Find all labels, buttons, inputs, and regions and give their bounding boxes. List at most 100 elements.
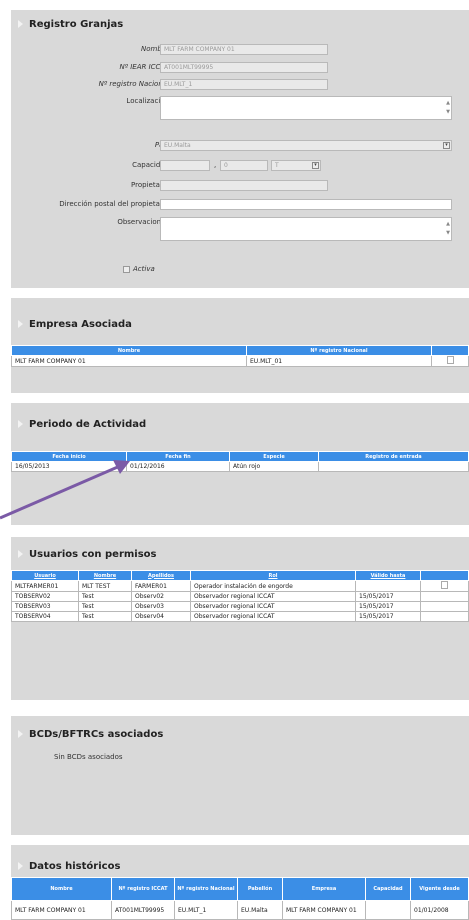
- capacidad-unidad-value: T: [275, 162, 279, 169]
- table-cell: [318, 461, 469, 472]
- column-header: Nombre: [11, 345, 247, 356]
- document-icon[interactable]: [441, 581, 448, 589]
- table-cell: [431, 355, 469, 367]
- column-header: Nº registro Nacional: [246, 345, 432, 356]
- column-header-apellidos[interactable]: Apellidos: [131, 570, 191, 581]
- table-row[interactable]: MLT FARM COMPANY 01 EU.MLT_01: [11, 355, 469, 367]
- column-header: Fecha fin: [126, 451, 230, 462]
- table-cell: [420, 601, 469, 612]
- direccion-label: Dirección postal del propietario: [59, 200, 169, 208]
- table-cell: EU.Malta: [237, 900, 283, 920]
- table-row[interactable]: MLTFARMER01 MLT TEST FARMER01 Operador i…: [11, 580, 469, 592]
- chevron-down-icon[interactable]: ▾: [443, 142, 450, 149]
- collapse-triangle-icon[interactable]: [18, 550, 23, 558]
- panel-title: Empresa Asociada: [29, 318, 132, 330]
- propietario-field[interactable]: [160, 180, 328, 191]
- collapse-triangle-icon[interactable]: [18, 730, 23, 738]
- panel-title: BCDs/BFTRCs asociados: [29, 728, 164, 740]
- table-cell: MLTFARMER01: [11, 580, 79, 592]
- chevron-down-icon[interactable]: ▾: [312, 162, 319, 169]
- table-cell: 15/05/2017: [355, 591, 421, 602]
- table-cell: Observ04: [131, 611, 191, 622]
- pais-select[interactable]: EU.Malta ▾: [160, 140, 452, 151]
- table-cell: Observador regional ICCAT: [190, 611, 356, 622]
- capacidad-decimal-field[interactable]: 0: [220, 160, 268, 171]
- table-cell: 16/05/2013: [11, 461, 127, 472]
- iear-field[interactable]: AT001MLT99995: [160, 62, 328, 73]
- column-header: Nº registro Nacional: [174, 877, 238, 901]
- table-row[interactable]: TOBSERV04 Test Observ04 Observador regio…: [11, 611, 469, 622]
- document-icon[interactable]: [446, 356, 454, 364]
- capacidad-separator: ,: [214, 161, 217, 169]
- direccion-field[interactable]: [160, 199, 452, 210]
- activa-label: Activa: [133, 265, 155, 273]
- scroll-arrows-icon[interactable]: ▲ ▼: [446, 99, 450, 117]
- nombre-field[interactable]: MLT FARM COMPANY 01: [160, 44, 328, 55]
- usuarios-title: Usuarios con permisos: [11, 540, 157, 568]
- observaciones-textarea[interactable]: ▲ ▼: [160, 217, 452, 241]
- column-header: [431, 345, 469, 356]
- usuarios-table: Usuario Nombre Apellidos Rol Válido hast…: [11, 570, 469, 622]
- column-header: Registro de entrada: [318, 451, 469, 462]
- table-cell: MLT FARM COMPANY 01: [11, 355, 247, 367]
- column-header: Empresa: [282, 877, 366, 901]
- table-cell: 01/01/2008: [410, 900, 469, 920]
- historicos-table: Nombre Nº registro ICCAT Nº registro Nac…: [11, 877, 469, 920]
- capacidad-unidad-select[interactable]: T ▾: [271, 160, 321, 171]
- scroll-arrows-icon[interactable]: ▲ ▼: [446, 220, 450, 238]
- collapse-triangle-icon[interactable]: [18, 420, 23, 428]
- table-cell: MLT FARM COMPANY 01: [11, 900, 112, 920]
- table-cell: [365, 900, 411, 920]
- table-cell: Observador regional ICCAT: [190, 601, 356, 612]
- bcds-panel: BCDs/BFTRCs asociados Sin BCDs asociados: [11, 716, 469, 835]
- empresa-table: Nombre Nº registro Nacional MLT FARM COM…: [11, 345, 469, 367]
- capacidad-entero-field[interactable]: [160, 160, 210, 171]
- column-header: Especie: [229, 451, 319, 462]
- table-cell: AT001MLT99995: [111, 900, 175, 920]
- table-cell: [420, 591, 469, 602]
- table-cell: EU.MLT_01: [246, 355, 432, 367]
- table-cell: 01/12/2016: [126, 461, 230, 472]
- table-cell: 15/05/2017: [355, 601, 421, 612]
- table-cell: TOBSERV04: [11, 611, 79, 622]
- registro-nacional-field[interactable]: EU.MLT_1: [160, 79, 328, 90]
- table-cell: [420, 611, 469, 622]
- table-row[interactable]: TOBSERV03 Test Observ03 Observador regio…: [11, 601, 469, 612]
- table-cell: TOBSERV03: [11, 601, 79, 612]
- table-row[interactable]: TOBSERV02 Test Observ02 Observador regio…: [11, 591, 469, 602]
- column-header-rol[interactable]: Rol: [190, 570, 356, 581]
- table-cell: Observ03: [131, 601, 191, 612]
- table-cell: Test: [78, 601, 132, 612]
- column-header-nombre[interactable]: Nombre: [78, 570, 132, 581]
- column-header: Fecha inicio: [11, 451, 127, 462]
- column-header: Nº registro ICCAT: [111, 877, 175, 901]
- column-header: Vigente desde: [410, 877, 469, 901]
- activa-checkbox[interactable]: [123, 265, 130, 273]
- registro-nacional-label: Nº registro Nacional: [98, 80, 169, 88]
- table-cell: MLT FARM COMPANY 01: [282, 900, 366, 920]
- panel-title: Registro Granjas: [29, 18, 124, 30]
- table-cell: Test: [78, 611, 132, 622]
- table-cell: Observador regional ICCAT: [190, 591, 356, 602]
- collapse-triangle-icon[interactable]: [18, 320, 23, 328]
- historicos-title: Datos históricos: [11, 852, 120, 880]
- table-cell: Atún rojo: [229, 461, 319, 472]
- empresa-asociada-title: Empresa Asociada: [11, 310, 132, 338]
- table-cell: Test: [78, 591, 132, 602]
- pais-value: EU.Malta: [164, 142, 191, 149]
- table-row[interactable]: 16/05/2013 01/12/2016 Atún rojo: [11, 461, 469, 472]
- column-header-usuario[interactable]: Usuario: [11, 570, 79, 581]
- collapse-triangle-icon[interactable]: [18, 20, 23, 28]
- column-header: Pabellón: [237, 877, 283, 901]
- collapse-triangle-icon[interactable]: [18, 862, 23, 870]
- panel-title: Datos históricos: [29, 860, 121, 872]
- registro-granjas-title: Registro Granjas: [11, 10, 123, 38]
- table-cell: EU.MLT_1: [174, 900, 238, 920]
- table-cell: [420, 580, 469, 592]
- activa-checkbox-row[interactable]: Activa: [123, 265, 155, 273]
- column-header-valido-hasta[interactable]: Válido hasta: [355, 570, 421, 581]
- table-cell: TOBSERV02: [11, 591, 79, 602]
- localizacion-textarea[interactable]: ▲ ▼: [160, 96, 452, 120]
- table-cell: [355, 580, 421, 592]
- table-row[interactable]: MLT FARM COMPANY 01 AT001MLT99995 EU.MLT…: [11, 900, 469, 920]
